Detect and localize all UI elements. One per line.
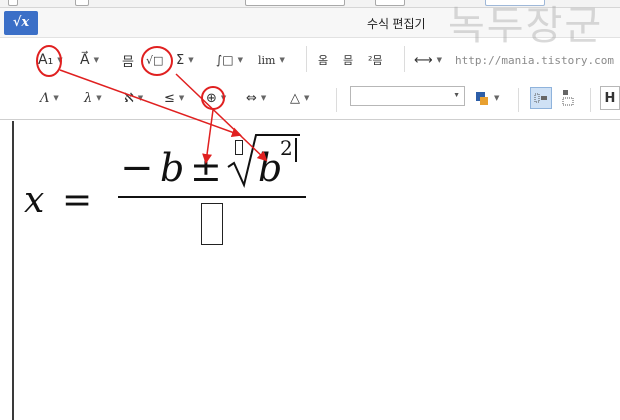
double-arrow-icon: ⇔	[246, 90, 257, 106]
toolbar-divider	[404, 46, 405, 72]
spacing-button[interactable]: ⟷ ▼	[414, 48, 442, 72]
equation-equals: =	[62, 180, 93, 221]
vector-accent-icon: A⃗	[80, 52, 90, 68]
window-title: 수식 편집기	[367, 17, 426, 31]
title-bar: √x 수식 편집기	[0, 8, 620, 38]
chevron-down-icon: ▼	[494, 93, 500, 102]
layout-icon	[534, 93, 547, 103]
font-size-select[interactable]: ▼	[350, 86, 465, 106]
strip-field	[485, 0, 545, 6]
decoration-button[interactable]: A⃗ ▼	[80, 48, 99, 72]
integral-button[interactable]: ∫□ ▼	[216, 48, 243, 72]
align-center-button[interactable]: 믐	[343, 48, 353, 72]
chevron-down-icon: ▼	[279, 55, 285, 64]
equation-lhs: x	[24, 180, 45, 221]
symbol-button[interactable]: ℵ ▼	[124, 86, 143, 110]
root-button[interactable]: √□	[146, 48, 163, 72]
operator-button[interactable]: ⊕ ▼	[206, 86, 226, 110]
align-center-icon: 믐	[343, 54, 354, 67]
radicand-b: b	[258, 146, 283, 190]
view-mode-button[interactable]	[558, 87, 578, 109]
radical-icon: √□	[146, 53, 164, 67]
toolbar-divider	[336, 88, 337, 112]
radicand-exponent: 2	[280, 136, 293, 160]
chevron-down-icon: ▼	[178, 93, 185, 102]
h-button[interactable]: H	[600, 86, 620, 110]
chevron-down-icon: ▼	[304, 93, 310, 102]
triangle-icon: △	[290, 90, 300, 106]
chevron-down-icon: ▼	[93, 55, 99, 64]
style-button[interactable]: A₁ ▼	[38, 48, 63, 72]
toolbar-divider	[590, 88, 591, 112]
fraction-bar	[118, 196, 306, 198]
chevron-down-icon: ▼	[453, 92, 460, 99]
arrow-button[interactable]: ⇔ ▼	[246, 86, 266, 110]
chevron-down-icon: ▼	[237, 55, 243, 64]
text-cursor	[295, 138, 297, 162]
strip-field	[245, 0, 345, 6]
numerator-plusminus: ±	[190, 146, 222, 190]
relation-button[interactable]: ≤ ▼	[164, 86, 184, 110]
chevron-down-icon: ▼	[260, 93, 267, 102]
chevron-down-icon: ▼	[53, 93, 59, 102]
matrix-button[interactable]: 믐	[122, 48, 134, 72]
fraction-icon: 믐	[122, 54, 134, 70]
greek-lower-button[interactable]: λ ▼	[84, 86, 102, 110]
limit-icon: lim	[258, 53, 276, 67]
sigma-icon: Σ	[176, 52, 185, 68]
sum-button[interactable]: Σ ▼	[176, 48, 194, 72]
h-label: H	[604, 90, 616, 106]
strip-control	[8, 0, 18, 6]
integral-icon: ∫□	[216, 53, 234, 67]
misc-button[interactable]: △ ▼	[290, 86, 309, 110]
layout-alt-icon	[562, 90, 574, 106]
chevron-down-icon: ▼	[96, 93, 102, 102]
parent-window-strip	[0, 0, 620, 8]
toolbar-divider	[306, 46, 307, 72]
lambda-upper-icon: Λ	[40, 90, 50, 106]
style-icon: A₁	[38, 52, 54, 68]
numerator-b: b	[160, 146, 185, 190]
chevron-down-icon: ▼	[57, 55, 63, 64]
limit-button[interactable]: lim ▼	[258, 48, 285, 72]
less-equal-icon: ≤	[164, 90, 175, 106]
strip-control	[75, 0, 89, 6]
chevron-down-icon: ▼	[137, 93, 144, 102]
numerator-minus: −	[120, 145, 154, 191]
equation-canvas[interactable]	[12, 121, 618, 420]
align-left-icon: 옴	[318, 54, 329, 67]
toolbar-divider	[518, 88, 519, 112]
chevron-down-icon: ▼	[436, 55, 443, 64]
person-color-icon	[476, 92, 488, 105]
toolbar-row-2: Λ ▼ λ ▼ ℵ ▼ ≤ ▼ ⊕ ▼ ⇔ ▼ △ ▼ ▼ ▼ H	[0, 80, 620, 120]
chevron-down-icon: ▼	[188, 55, 194, 64]
color-button[interactable]: ▼	[474, 86, 499, 110]
strip-field	[375, 0, 405, 6]
equation-app-icon: √x	[4, 11, 38, 35]
denominator-placeholder[interactable]	[201, 203, 223, 245]
view-mode-button-active[interactable]	[530, 87, 552, 109]
horizontal-arrows-icon: ⟷	[414, 52, 433, 68]
lambda-lower-icon: λ	[84, 90, 93, 106]
align-left-button[interactable]: 옴	[318, 48, 328, 72]
toolbar-row-1: A₁ ▼ A⃗ ▼ 믐 √□ Σ ▼ ∫□ ▼ lim ▼ 옴 믐 ²믐 ⟷ ▼	[0, 38, 620, 80]
align-right-button[interactable]: ²믐	[368, 48, 383, 72]
align-right-icon: ²믐	[368, 54, 383, 67]
greek-upper-button[interactable]: Λ ▼	[40, 86, 59, 110]
chevron-down-icon: ▼	[220, 93, 227, 102]
aleph-icon: ℵ	[124, 90, 134, 106]
circled-plus-icon: ⊕	[206, 90, 217, 106]
